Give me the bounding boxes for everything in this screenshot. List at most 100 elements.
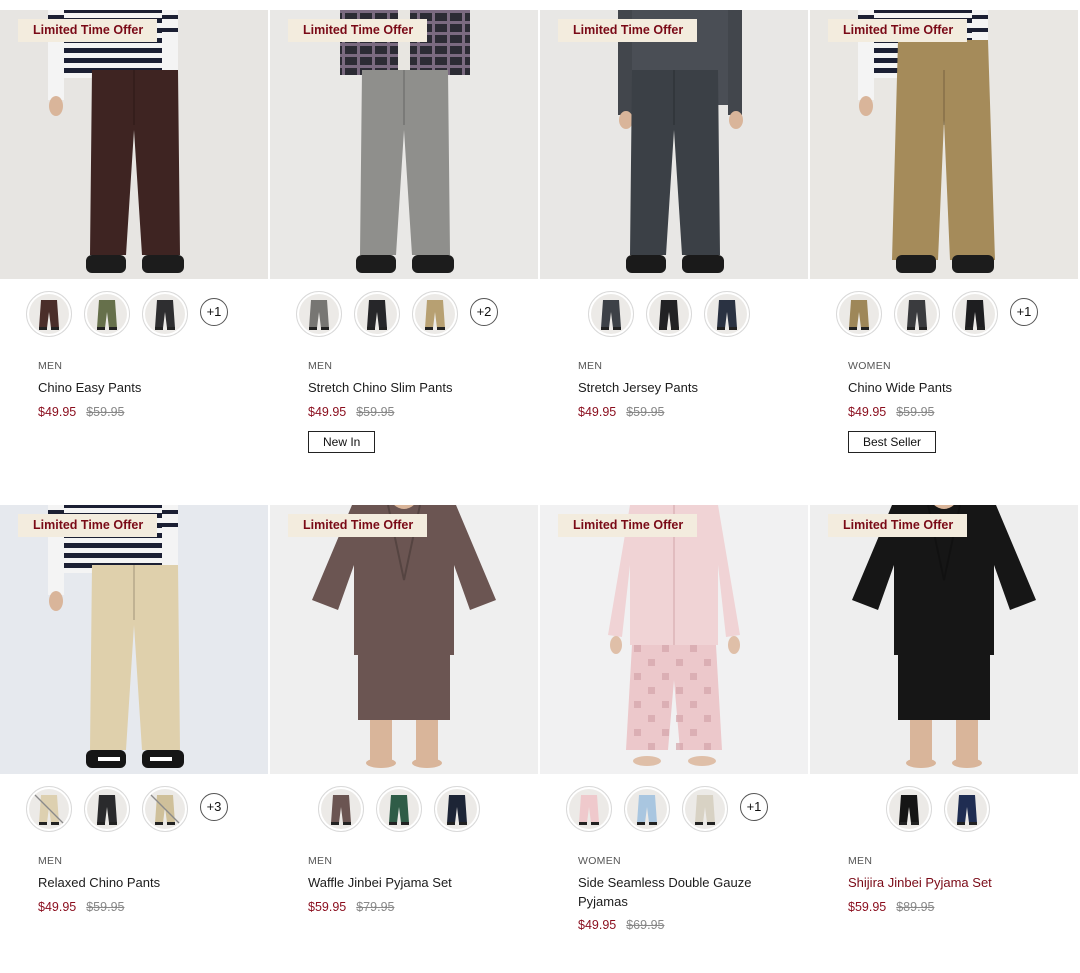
- color-swatches: +1: [810, 291, 1078, 341]
- more-colors-button[interactable]: +1: [740, 793, 768, 821]
- product-card[interactable]: Limited Time Offer +1 MEN Chino Easy Pants…: [0, 10, 268, 470]
- unavailable-slash-icon: [150, 794, 180, 824]
- product-category: WOMEN: [578, 855, 621, 867]
- product-name-link[interactable]: Relaxed Chino Pants: [38, 873, 253, 892]
- original-price: $59.95: [626, 405, 665, 419]
- sale-price: $49.95: [38, 900, 77, 914]
- original-price: $59.95: [896, 405, 935, 419]
- limited-offer-badge: Limited Time Offer: [288, 19, 428, 42]
- product-image[interactable]: Limited Time Offer: [0, 10, 268, 279]
- color-swatch[interactable]: [26, 786, 72, 832]
- color-swatch[interactable]: [704, 291, 750, 337]
- color-swatch[interactable]: [952, 291, 998, 337]
- product-category: WOMEN: [848, 360, 891, 372]
- color-swatch[interactable]: [354, 291, 400, 337]
- product-card[interactable]: Limited Time Offer +1 WOMEN Side Seamless …: [540, 505, 808, 965]
- product-name-link[interactable]: Stretch Jersey Pants: [578, 378, 793, 397]
- limited-offer-badge: Limited Time Offer: [18, 19, 158, 42]
- color-swatch[interactable]: [588, 291, 634, 337]
- color-swatches: [810, 786, 1078, 836]
- product-card[interactable]: Limited Time Offer MEN Waffle Jinbei Pyja…: [270, 505, 538, 965]
- original-price: $79.95: [356, 900, 395, 914]
- color-swatch[interactable]: [142, 291, 188, 337]
- product-name-link[interactable]: Stretch Chino Slim Pants: [308, 378, 523, 397]
- price-row: $49.95 $59.95: [38, 405, 124, 419]
- product-card[interactable]: Limited Time Offer +2 MEN Stretch Chino Sl…: [270, 10, 538, 470]
- color-swatch[interactable]: [318, 786, 364, 832]
- original-price: $59.95: [86, 405, 125, 419]
- unavailable-slash-icon: [34, 794, 64, 824]
- product-image[interactable]: Limited Time Offer: [540, 505, 808, 774]
- product-image[interactable]: Limited Time Offer: [540, 10, 808, 279]
- color-swatch[interactable]: [944, 786, 990, 832]
- product-card[interactable]: Limited Time Offer MEN Shijira Jinbei Pyj…: [810, 505, 1078, 965]
- product-category: MEN: [578, 360, 603, 372]
- product-image[interactable]: Limited Time Offer: [270, 10, 538, 279]
- sale-price: $49.95: [848, 405, 887, 419]
- color-swatches: +1: [540, 786, 808, 836]
- price-row: $49.95 $59.95: [848, 405, 934, 419]
- product-image[interactable]: Limited Time Offer: [810, 505, 1078, 774]
- product-name-link[interactable]: Shijira Jinbei Pyjama Set: [848, 873, 1063, 892]
- new-in-tag: New In: [308, 431, 376, 453]
- color-swatch[interactable]: [412, 291, 458, 337]
- more-colors-button[interactable]: +2: [470, 298, 498, 326]
- product-name-link[interactable]: Chino Easy Pants: [38, 378, 253, 397]
- product-card[interactable]: Limited Time Offer +1 WOMEN Chino Wide Pan…: [810, 10, 1078, 470]
- more-colors-button[interactable]: +1: [200, 298, 228, 326]
- more-colors-button[interactable]: +3: [200, 793, 228, 821]
- product-category: MEN: [38, 855, 63, 867]
- best-seller-tag: Best Seller: [848, 431, 937, 453]
- product-image[interactable]: Limited Time Offer: [0, 505, 268, 774]
- product-category: MEN: [38, 360, 63, 372]
- sale-price: $49.95: [578, 918, 617, 932]
- product-image[interactable]: Limited Time Offer: [270, 505, 538, 774]
- color-swatch[interactable]: [566, 786, 612, 832]
- price-row: $59.95 $89.95: [848, 900, 934, 914]
- limited-offer-badge: Limited Time Offer: [18, 514, 158, 537]
- sale-price: $49.95: [38, 405, 77, 419]
- limited-offer-badge: Limited Time Offer: [828, 514, 968, 537]
- color-swatches: +2: [270, 291, 538, 341]
- limited-offer-badge: Limited Time Offer: [288, 514, 428, 537]
- product-category: MEN: [308, 360, 333, 372]
- color-swatch[interactable]: [646, 291, 692, 337]
- color-swatch[interactable]: [894, 291, 940, 337]
- price-row: $49.95 $59.95: [308, 405, 394, 419]
- product-image[interactable]: Limited Time Offer: [810, 10, 1078, 279]
- limited-offer-badge: Limited Time Offer: [558, 514, 698, 537]
- color-swatch[interactable]: [84, 786, 130, 832]
- color-swatch[interactable]: [682, 786, 728, 832]
- original-price: $59.95: [356, 405, 395, 419]
- price-row: $59.95 $79.95: [308, 900, 394, 914]
- more-colors-button[interactable]: +1: [1010, 298, 1038, 326]
- limited-offer-badge: Limited Time Offer: [558, 19, 698, 42]
- sale-price: $49.95: [308, 405, 347, 419]
- color-swatches: [540, 291, 808, 341]
- color-swatches: +1: [0, 291, 268, 341]
- original-price: $89.95: [896, 900, 935, 914]
- color-swatch[interactable]: [26, 291, 72, 337]
- product-name-link[interactable]: Waffle Jinbei Pyjama Set: [308, 873, 523, 892]
- color-swatch[interactable]: [836, 291, 882, 337]
- color-swatch[interactable]: [886, 786, 932, 832]
- color-swatch[interactable]: [624, 786, 670, 832]
- product-name-link[interactable]: Chino Wide Pants: [848, 378, 1063, 397]
- color-swatch[interactable]: [142, 786, 188, 832]
- price-row: $49.95 $69.95: [578, 918, 664, 932]
- sale-price: $49.95: [578, 405, 617, 419]
- sale-price: $59.95: [848, 900, 887, 914]
- color-swatch[interactable]: [376, 786, 422, 832]
- product-category: MEN: [848, 855, 873, 867]
- product-card[interactable]: Limited Time Offer +3 MEN Relaxed Chino Pa…: [0, 505, 268, 965]
- limited-offer-badge: Limited Time Offer: [828, 19, 968, 42]
- price-row: $49.95 $59.95: [578, 405, 664, 419]
- color-swatch[interactable]: [84, 291, 130, 337]
- original-price: $69.95: [626, 918, 665, 932]
- color-swatch[interactable]: [296, 291, 342, 337]
- product-card[interactable]: Limited Time Offer MEN Stretch Jersey Pan…: [540, 10, 808, 470]
- product-name-link[interactable]: Side Seamless Double Gauze Pyjamas: [578, 873, 793, 911]
- color-swatch[interactable]: [434, 786, 480, 832]
- original-price: $59.95: [86, 900, 125, 914]
- product-category: MEN: [308, 855, 333, 867]
